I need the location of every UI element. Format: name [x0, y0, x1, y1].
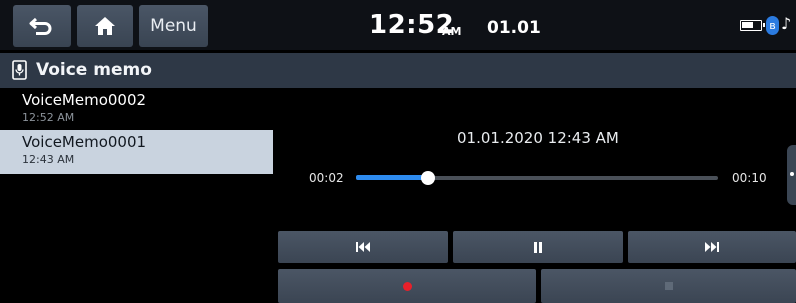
- bluetooth-icon: ʙ: [766, 16, 779, 35]
- stop-button[interactable]: [541, 269, 796, 303]
- music-note-icon: ♪: [781, 14, 792, 33]
- record-icon: [402, 281, 412, 291]
- home-button[interactable]: [77, 5, 133, 47]
- list-item[interactable]: VoiceMemo0002 12:52 AM: [0, 88, 273, 132]
- current-time: 00:02: [309, 171, 344, 185]
- skip-previous-icon: [356, 242, 370, 252]
- total-duration: 00:10: [732, 171, 767, 185]
- home-icon: [95, 17, 115, 35]
- list-item-selected[interactable]: VoiceMemo0001 12:43 AM: [0, 130, 273, 174]
- memo-name: VoiceMemo0002: [22, 91, 147, 109]
- pause-icon: [534, 241, 542, 253]
- pause-button[interactable]: [453, 231, 623, 263]
- record-button[interactable]: [278, 269, 536, 303]
- previous-button[interactable]: [278, 231, 448, 263]
- side-panel-handle[interactable]: [787, 145, 796, 205]
- menu-label: Menu: [150, 16, 197, 36]
- progress-fill: [356, 175, 428, 180]
- memo-list: VoiceMemo0002 12:52 AM VoiceMemo0001 12:…: [0, 88, 273, 303]
- title-bar: Voice memo: [0, 53, 796, 88]
- progress-handle[interactable]: [421, 171, 435, 185]
- page-title: Voice memo: [36, 60, 152, 80]
- memo-name: VoiceMemo0001: [22, 133, 147, 151]
- stop-icon: [664, 282, 673, 290]
- memo-time: 12:52 AM: [22, 111, 75, 124]
- status-date: 01.01: [487, 18, 541, 38]
- skip-next-icon: [705, 242, 719, 252]
- back-arrow-icon: [29, 17, 52, 35]
- memo-time: 12:43 AM: [22, 153, 75, 166]
- handle-dot-icon: [790, 172, 794, 176]
- voice-memo-icon: [12, 60, 27, 80]
- recording-datetime: 01.01.2020 12:43 AM: [457, 129, 619, 147]
- battery-icon: [740, 20, 765, 31]
- back-button[interactable]: [13, 5, 71, 47]
- menu-button[interactable]: Menu: [139, 5, 208, 47]
- clock-ampm: AM: [442, 25, 462, 38]
- status-bar: Menu 12:52 AM 01.01 ʙ ♪: [0, 0, 796, 50]
- next-button[interactable]: [628, 231, 796, 263]
